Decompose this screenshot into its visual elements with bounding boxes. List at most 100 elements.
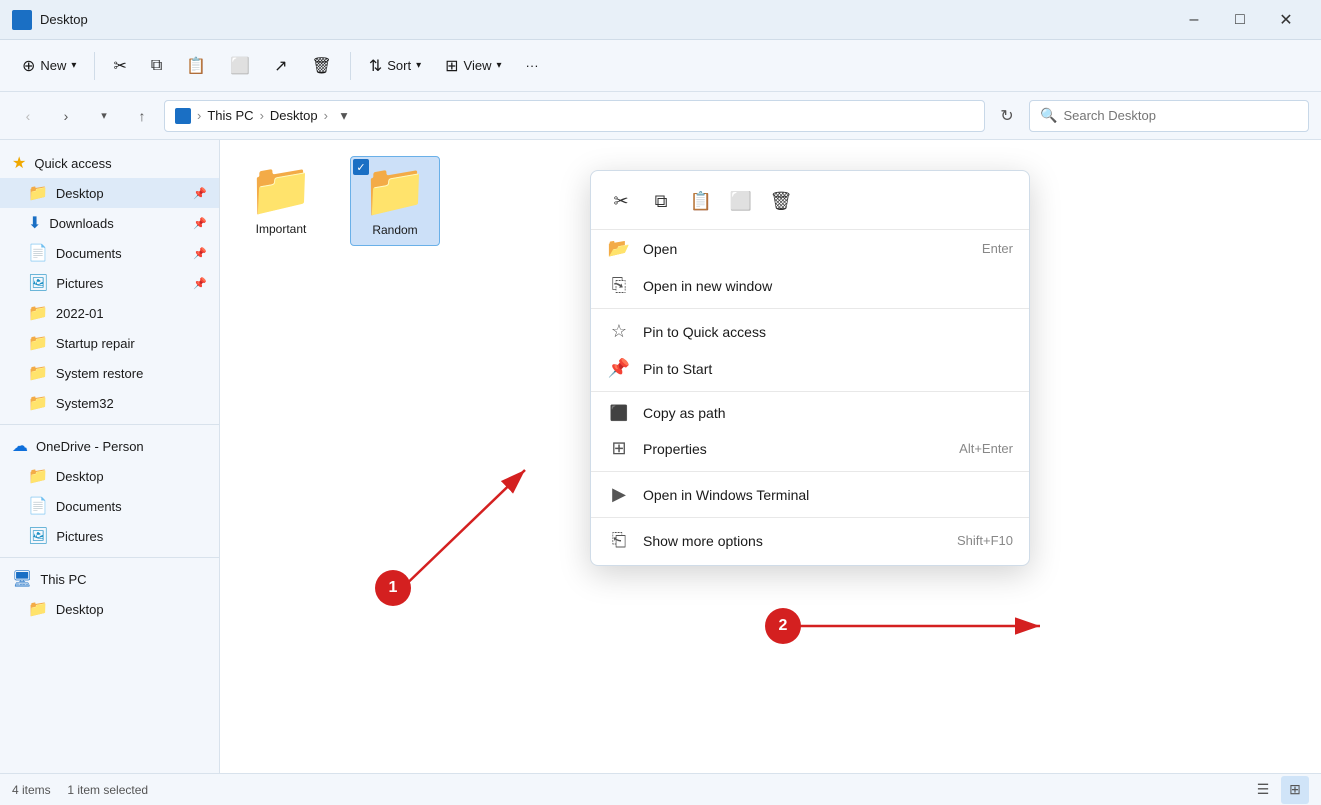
sort-label: Sort — [387, 58, 411, 73]
sidebar-item-startup[interactable]: 📁 Startup repair — [0, 328, 219, 358]
od-docs-label: Documents — [56, 499, 122, 514]
sidebar-item-system-restore[interactable]: 📁 System restore — [0, 358, 219, 388]
ctx-more-options-shortcut: Shift+F10 — [957, 533, 1013, 548]
more-label: ··· — [526, 58, 539, 73]
search-box[interactable]: 🔍 — [1029, 100, 1309, 132]
bc-this-pc[interactable]: This PC — [207, 108, 253, 123]
ctx-item-more-options[interactable]: ⎗ Show more options Shift+F10 — [591, 522, 1029, 559]
sort-button[interactable]: ⇅ Sort ▾ — [359, 50, 431, 82]
sidebar-2022-label: 2022-01 — [56, 306, 104, 321]
new-dropdown-icon: ▾ — [71, 60, 76, 71]
sidebar-pictures-label: Pictures — [56, 276, 103, 291]
ctx-sep-4 — [591, 517, 1029, 518]
ctx-item-open[interactable]: 📂 Open Enter — [591, 230, 1029, 267]
back-button[interactable]: ‹ — [12, 100, 44, 132]
sidebar-documents-label: Documents — [56, 246, 122, 261]
sidebar-item-2022[interactable]: 📁 2022-01 — [0, 298, 219, 328]
plus-icon: ⊕ — [22, 56, 35, 76]
onedrive-icon: ☁ — [12, 436, 28, 456]
ctx-sep-2 — [591, 391, 1029, 392]
rename-button[interactable]: ⬜ — [220, 50, 260, 82]
view-button[interactable]: ⊞ View ▾ — [435, 50, 511, 82]
ctx-item-terminal[interactable]: ▶ Open in Windows Terminal — [591, 476, 1029, 513]
refresh-button[interactable]: ↻ — [991, 100, 1023, 132]
main-area: ★ Quick access 📁 Desktop 📌 ⬇ Downloads 📌… — [0, 140, 1321, 773]
forward-button[interactable]: › — [50, 100, 82, 132]
sidebar-item-pictures[interactable]: 🖼 Pictures 📌 — [0, 268, 219, 298]
sidebar-item-desktop[interactable]: 📁 Desktop 📌 — [0, 178, 219, 208]
sidebar-item-od-docs[interactable]: 📄 Documents — [0, 491, 219, 521]
ctx-open-label: Open — [643, 241, 970, 257]
sidebar-item-quick-access[interactable]: ★ Quick access — [0, 148, 219, 178]
ctx-paste-button[interactable]: 📋 — [683, 183, 719, 219]
ctx-copy-button[interactable]: ⧉ — [643, 183, 679, 219]
sidebar-startup-label: Startup repair — [56, 336, 135, 351]
up-button[interactable]: ↑ — [126, 100, 158, 132]
maximize-button[interactable]: □ — [1217, 0, 1263, 40]
breadcrumb[interactable]: › This PC › Desktop › ▾ — [164, 100, 985, 132]
delete-button[interactable]: 🗑 — [302, 50, 342, 82]
sort-dropdown-icon: ▾ — [416, 60, 421, 71]
copy-button[interactable]: ⧉ — [141, 51, 172, 81]
folder-item-important[interactable]: 📁 Important — [236, 156, 326, 244]
recent-button[interactable]: ▾ — [88, 100, 120, 132]
sidebar-item-pc-desktop[interactable]: 📁 Desktop — [0, 594, 219, 624]
paste-icon: 📋 — [186, 56, 206, 76]
annotation-2: 2 — [765, 608, 801, 644]
new-window-icon: ⎘ — [607, 275, 631, 296]
folder-important-icon: 📁 — [249, 164, 314, 216]
pc-desktop-icon: 📁 — [28, 599, 48, 619]
window-controls: – □ ✕ — [1171, 0, 1309, 40]
bc-dropdown-button[interactable]: ▾ — [334, 106, 354, 126]
properties-icon: ⊞ — [607, 438, 631, 459]
annotation-1: 1 — [375, 570, 411, 606]
ctx-rename-button[interactable]: ⬜ — [723, 183, 759, 219]
grid-view-button[interactable]: ⊞ — [1281, 776, 1309, 804]
separator-1 — [94, 52, 95, 80]
search-icon: 🔍 — [1040, 107, 1057, 124]
ctx-item-copy-path[interactable]: ⬛ Copy as path — [591, 396, 1029, 430]
selected-count: 1 item selected — [67, 783, 148, 797]
minimize-button[interactable]: – — [1171, 0, 1217, 40]
new-label: New — [40, 58, 66, 73]
star-icon: ★ — [12, 153, 26, 173]
close-button[interactable]: ✕ — [1263, 0, 1309, 40]
sidebar-item-od-pics[interactable]: 🖼 Pictures — [0, 521, 219, 551]
terminal-icon: ▶ — [607, 484, 631, 505]
share-button[interactable]: ↗ — [264, 50, 297, 82]
sidebar-item-documents[interactable]: 📄 Documents 📌 — [0, 238, 219, 268]
separator-2 — [350, 52, 351, 80]
sidebar-item-od-desktop[interactable]: 📁 Desktop — [0, 461, 219, 491]
ctx-item-pin-start[interactable]: 📌 Pin to Start — [591, 350, 1029, 387]
ctx-copy-path-label: Copy as path — [643, 405, 1013, 421]
folder-restore-icon: 📁 — [28, 363, 48, 383]
sidebar-sys32-label: System32 — [56, 396, 114, 411]
pin-icon-dl: 📌 — [193, 217, 207, 230]
sort-icon: ⇅ — [369, 56, 382, 76]
more-options-icon: ⎗ — [607, 530, 631, 551]
ctx-item-open-new-window[interactable]: ⎘ Open in new window — [591, 267, 1029, 304]
sidebar-item-system32[interactable]: 📁 System32 — [0, 388, 219, 418]
sidebar-item-onedrive[interactable]: ☁ OneDrive - Person — [0, 431, 219, 461]
search-input[interactable] — [1063, 108, 1298, 123]
documents-icon: 📄 — [28, 243, 48, 263]
folder-item-random[interactable]: ✓ 📁 Random — [350, 156, 440, 246]
context-toolbar: ✂ ⧉ 📋 ⬜ 🗑 — [591, 177, 1029, 230]
quick-access-label: Quick access — [34, 156, 111, 171]
ctx-item-properties[interactable]: ⊞ Properties Alt+Enter — [591, 430, 1029, 467]
rename-icon: ⬜ — [230, 56, 250, 76]
bc-desktop[interactable]: Desktop — [270, 108, 318, 123]
sidebar-item-this-pc[interactable]: 🖥 This PC — [0, 564, 219, 594]
list-view-button[interactable]: ☰ — [1249, 776, 1277, 804]
ctx-cut-button[interactable]: ✂ — [603, 183, 639, 219]
od-docs-icon: 📄 — [28, 496, 48, 516]
ctx-item-pin-quick[interactable]: ☆ Pin to Quick access — [591, 313, 1029, 350]
pin-icon: 📌 — [193, 187, 207, 200]
ctx-properties-label: Properties — [643, 441, 947, 457]
more-button[interactable]: ··· — [516, 52, 549, 79]
sidebar-item-downloads[interactable]: ⬇ Downloads 📌 — [0, 208, 219, 238]
paste-button[interactable]: 📋 — [176, 50, 216, 82]
cut-button[interactable]: ✂ — [103, 50, 136, 82]
ctx-delete-button[interactable]: 🗑 — [763, 183, 799, 219]
new-button[interactable]: ⊕ New ▾ — [12, 50, 86, 82]
